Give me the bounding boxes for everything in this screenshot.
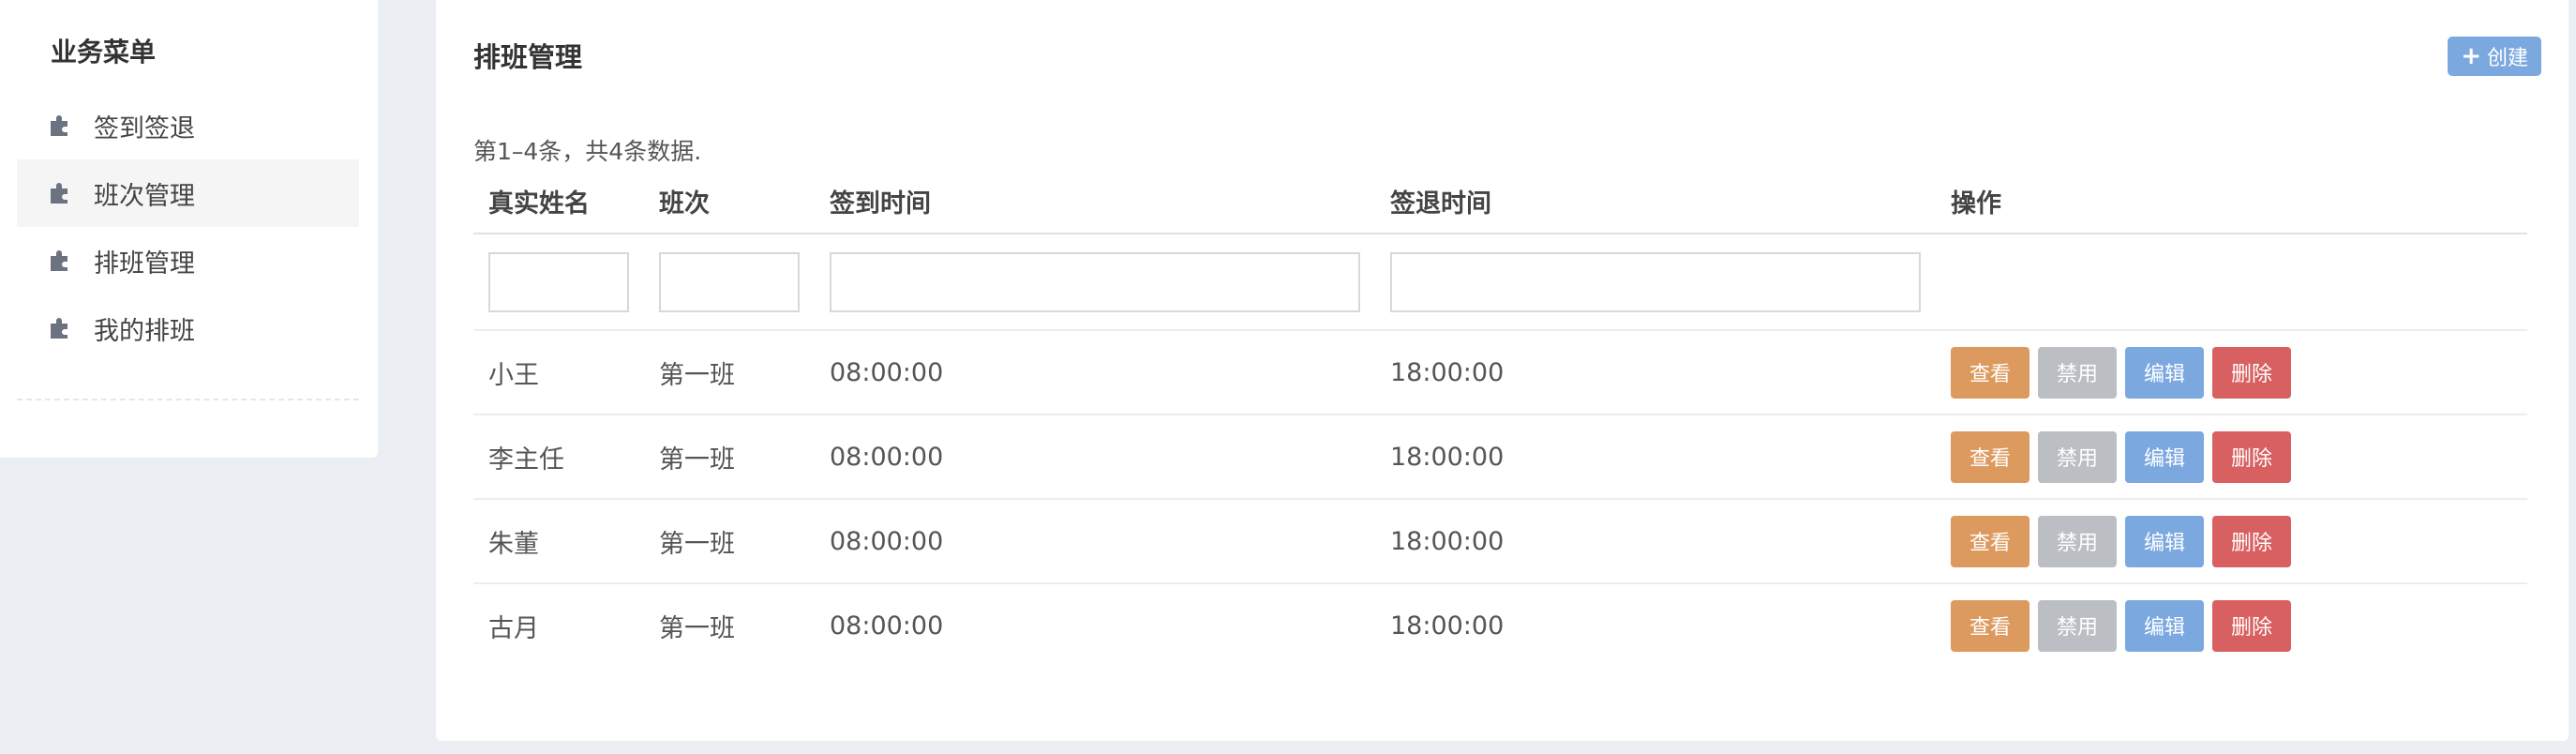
edit-button[interactable]: 编辑	[2125, 346, 2204, 399]
cell-actions: 查看 禁用 编辑 删除	[1936, 330, 2527, 415]
delete-button[interactable]: 删除	[2212, 346, 2291, 399]
cell-actions: 查看 禁用 编辑 删除	[1936, 583, 2527, 667]
column-header-name[interactable]: 真实姓名	[473, 169, 644, 234]
column-header-checkin[interactable]: 签到时间	[815, 169, 1375, 234]
edit-button[interactable]: 编辑	[2125, 430, 2204, 483]
cell-shift: 第一班	[644, 330, 815, 415]
delete-button[interactable]: 删除	[2212, 599, 2291, 652]
delete-button[interactable]: 删除	[2212, 515, 2291, 567]
cell-shift: 第一班	[659, 613, 735, 643]
cell-checkin: 08:00:00	[815, 499, 1375, 584]
cell-checkout: 18:00:00	[1375, 330, 1936, 415]
sidebar-item-checkin[interactable]: 签到签退	[17, 92, 359, 159]
plus-icon: +	[2461, 42, 2481, 70]
disable-button[interactable]: 禁用	[2038, 599, 2117, 652]
column-header-shift[interactable]: 班次	[644, 169, 815, 234]
sidebar-item-my-schedule[interactable]: 我的排班	[17, 294, 359, 362]
table-header-row: 真实姓名 班次 签到时间 签退时间 操作	[473, 169, 2527, 234]
table-row: 李主任 第一班 08:00:00 18:00:00 查看 禁用 编辑 删除	[473, 415, 2527, 500]
cell-name: 古月	[488, 613, 539, 643]
view-button[interactable]: 查看	[1951, 599, 2029, 652]
column-header-actions: 操作	[1936, 169, 2527, 234]
cell-checkout: 18:00:00	[1375, 415, 1936, 500]
cell-checkout: 18:00:00	[1390, 611, 1505, 641]
edit-button[interactable]: 编辑	[2125, 515, 2204, 567]
filter-row	[473, 234, 2527, 331]
view-button[interactable]: 查看	[1951, 346, 2029, 399]
sidebar-item-label: 班次管理	[94, 181, 195, 211]
puzzle-icon	[51, 183, 67, 204]
view-button[interactable]: 查看	[1951, 515, 2029, 567]
cell-checkout: 18:00:00	[1375, 499, 1936, 584]
column-header-checkout[interactable]: 签退时间	[1375, 169, 1936, 234]
schedule-table: 真实姓名 班次 签到时间 签退时间 操作 小王 第一班 08:00:00 18:…	[473, 169, 2527, 667]
sidebar: 业务菜单 签到签退 班次管理 排班管理 我的排班	[0, 0, 378, 458]
edit-button[interactable]: 编辑	[2125, 599, 2204, 652]
sidebar-item-shift[interactable]: 班次管理	[17, 159, 359, 227]
disable-button[interactable]: 禁用	[2038, 430, 2117, 483]
view-button[interactable]: 查看	[1951, 430, 2029, 483]
name-filter-input[interactable]	[488, 251, 629, 312]
main-panel: 排班管理 + 创建 第1–4条，共4条数据. 真实姓名 班次 签到时间 签退时间…	[436, 0, 2569, 741]
puzzle-icon	[51, 115, 67, 136]
delete-button[interactable]: 删除	[2212, 430, 2291, 483]
cell-name: 朱董	[473, 499, 644, 584]
create-button-label: 创建	[2486, 47, 2528, 70]
sidebar-item-label: 签到签退	[94, 113, 195, 143]
shift-filter-input[interactable]	[659, 251, 800, 312]
checkout-filter-input[interactable]	[1390, 251, 1921, 312]
disable-button[interactable]: 禁用	[2038, 346, 2117, 399]
table-row: 古月 第一班 08:00:00 18:00:00 查看 禁用 编辑 删除	[473, 583, 2527, 667]
cell-checkin: 08:00:00	[815, 415, 1375, 500]
cell-actions: 查看 禁用 编辑 删除	[1936, 499, 2527, 584]
sidebar-item-label: 排班管理	[94, 249, 195, 279]
sidebar-divider	[17, 399, 359, 400]
cell-actions: 查看 禁用 编辑 删除	[1936, 415, 2527, 500]
summary-text: 第1–4条，共4条数据.	[473, 138, 702, 165]
cell-shift: 第一班	[644, 415, 815, 500]
disable-button[interactable]: 禁用	[2038, 515, 2117, 567]
cell-checkin: 08:00:00	[815, 330, 1375, 415]
cell-name: 李主任	[473, 415, 644, 500]
table-row: 朱董 第一班 08:00:00 18:00:00 查看 禁用 编辑 删除	[473, 499, 2527, 584]
sidebar-item-schedule[interactable]: 排班管理	[17, 227, 359, 294]
page-title: 排班管理	[473, 41, 583, 73]
create-button[interactable]: + 创建	[2448, 37, 2541, 76]
checkin-filter-input[interactable]	[830, 251, 1360, 312]
sidebar-title: 业务菜单	[51, 37, 157, 68]
cell-shift: 第一班	[644, 499, 815, 584]
cell-checkin: 08:00:00	[830, 611, 944, 641]
table-row: 小王 第一班 08:00:00 18:00:00 查看 禁用 编辑 删除	[473, 330, 2527, 415]
puzzle-icon	[51, 318, 67, 339]
puzzle-icon	[51, 250, 67, 271]
cell-name: 小王	[473, 330, 644, 415]
sidebar-item-label: 我的排班	[94, 316, 195, 346]
